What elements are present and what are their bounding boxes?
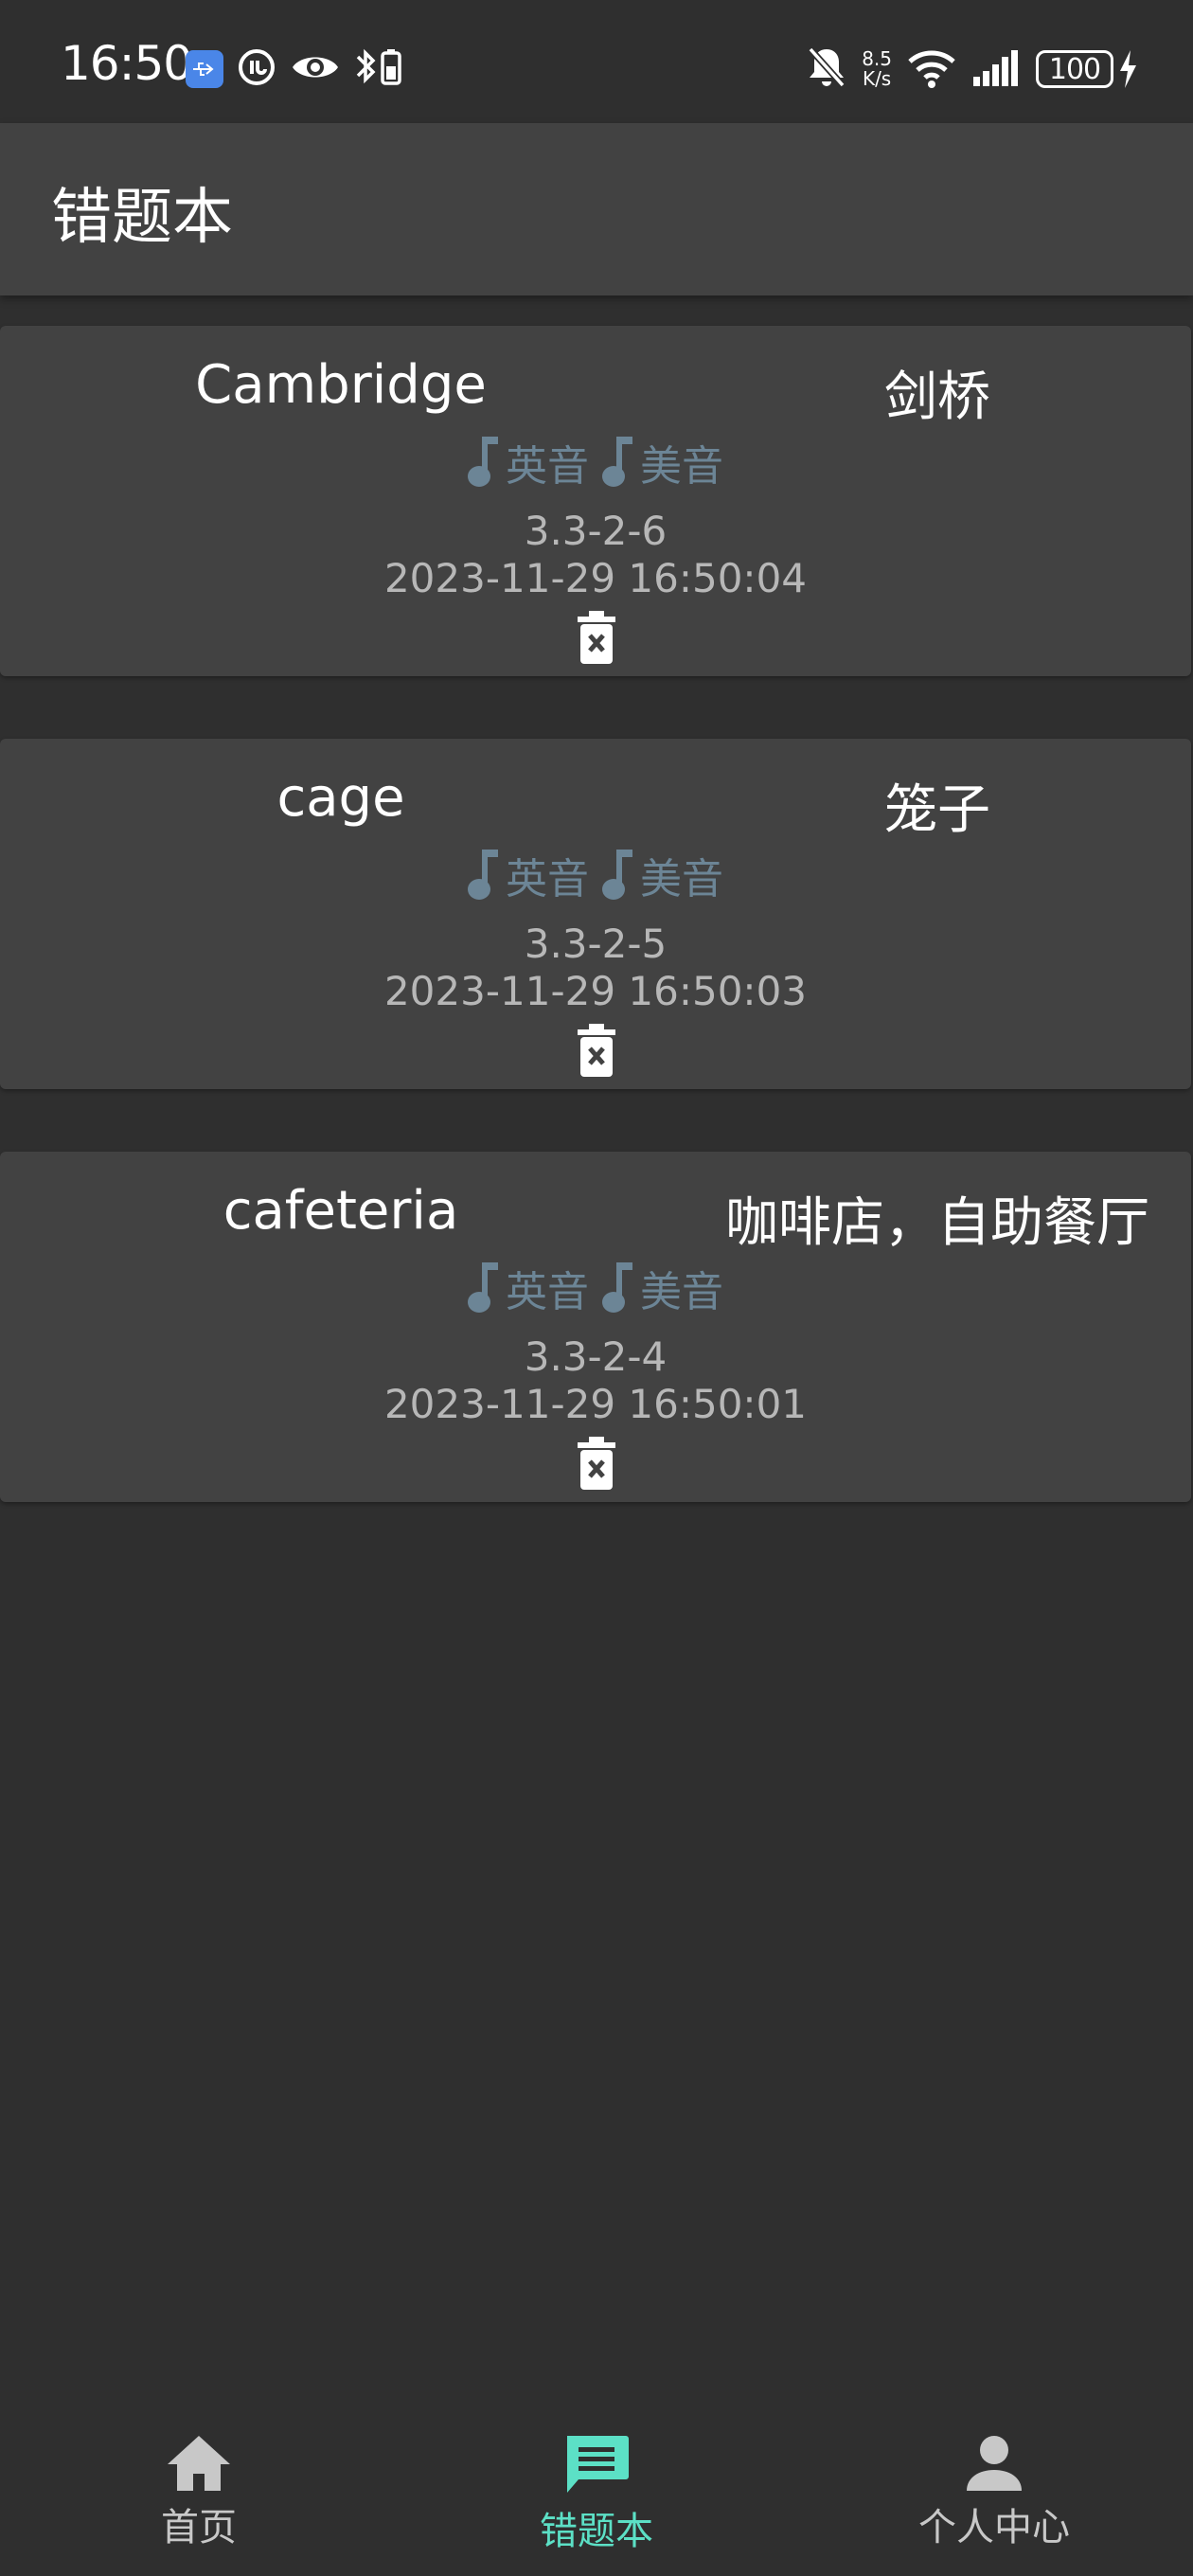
word-card: cage 笼子 英音 美音 3.3-2-5 2023-11-29 16:50:0…	[0, 739, 1191, 1089]
word-card: Cambridge 剑桥 英音 美音 3.3-2-6 2023-11-29 16…	[0, 326, 1191, 676]
us-audio-button[interactable]: 美音	[602, 432, 723, 492]
card-word: cage	[276, 767, 405, 829]
card-meaning: 笼子	[884, 779, 990, 841]
trash-icon	[578, 1024, 615, 1077]
nav-home-label: 首页	[161, 2506, 237, 2549]
signal-icon	[971, 48, 1021, 90]
status-time: 16:50	[61, 36, 193, 91]
us-audio-label: 美音	[640, 442, 723, 491]
delete-button[interactable]	[572, 1434, 621, 1493]
card-meaning: 咖啡店，自助餐厅	[725, 1192, 1149, 1254]
wifi-icon	[907, 46, 956, 92]
card-unit: 3.3-2-6	[524, 508, 668, 554]
us-audio-label: 美音	[640, 855, 723, 903]
battery-indicator: 100	[1036, 48, 1138, 90]
word-card: cafeteria 咖啡店，自助餐厅 英音 美音 3.3-2-4 2023-11…	[0, 1152, 1191, 1502]
music-note-icon	[602, 1262, 632, 1313]
usb-icon	[186, 50, 223, 88]
nav-profile-label: 个人中心	[918, 2506, 1070, 2549]
person-icon	[967, 2436, 1022, 2491]
uk-audio-label: 英音	[506, 1268, 589, 1316]
music-note-icon	[602, 850, 632, 900]
us-audio-button[interactable]: 美音	[602, 1258, 723, 1318]
app-bar: 错题本	[0, 123, 1193, 295]
bell-off-icon	[807, 45, 846, 93]
music-note-icon	[468, 437, 498, 487]
status-bar: 16:50 8.5 K/s 100	[0, 0, 1193, 123]
eye-icon	[290, 48, 341, 90]
charging-bolt-icon	[1120, 50, 1136, 88]
us-audio-label: 美音	[640, 1268, 723, 1316]
card-audio-row: 英音 美音	[0, 845, 1191, 905]
bottom-nav: 首页 错题本 个人中心	[0, 2406, 1193, 2576]
card-unit: 3.3-2-5	[524, 921, 668, 967]
page-title: 错题本	[51, 183, 233, 253]
card-unit: 3.3-2-4	[524, 1333, 668, 1380]
net-speed: 8.5 K/s	[862, 49, 892, 89]
card-audio-row: 英音 美音	[0, 1258, 1191, 1318]
nav-wrongbook[interactable]: 错题本	[454, 2434, 739, 2555]
net-speed-value: 8.5	[862, 47, 892, 70]
home-icon	[168, 2436, 230, 2491]
nav-profile[interactable]: 个人中心	[852, 2434, 1136, 2551]
net-speed-unit: K/s	[862, 67, 892, 90]
card-word: cafeteria	[223, 1180, 459, 1242]
trash-icon	[578, 1437, 615, 1490]
uk-audio-button[interactable]: 英音	[468, 1258, 589, 1318]
status-left-icons	[186, 45, 405, 93]
music-note-icon	[602, 437, 632, 487]
card-timestamp: 2023-11-29 16:50:01	[383, 1381, 808, 1427]
uk-audio-button[interactable]: 英音	[468, 845, 589, 905]
battery-level: 100	[1036, 50, 1113, 88]
delete-button[interactable]	[572, 1021, 621, 1080]
card-audio-row: 英音 美音	[0, 432, 1191, 492]
nav-wrongbook-label: 错题本	[540, 2510, 653, 2553]
message-icon	[567, 2436, 629, 2493]
card-timestamp: 2023-11-29 16:50:04	[383, 555, 808, 601]
status-right-icons: 8.5 K/s 100	[807, 44, 1138, 95]
uk-audio-button[interactable]: 英音	[468, 432, 589, 492]
uk-audio-label: 英音	[506, 855, 589, 903]
delete-button[interactable]	[572, 608, 621, 667]
trash-icon	[578, 611, 615, 664]
data-saver-icon	[237, 47, 276, 91]
us-audio-button[interactable]: 美音	[602, 845, 723, 905]
card-word: Cambridge	[195, 354, 487, 416]
card-timestamp: 2023-11-29 16:50:03	[383, 968, 808, 1014]
nav-home[interactable]: 首页	[57, 2434, 341, 2551]
uk-audio-label: 英音	[506, 442, 589, 491]
bluetooth-battery-icon	[354, 47, 405, 91]
music-note-icon	[468, 1262, 498, 1313]
music-note-icon	[468, 850, 498, 900]
card-meaning: 剑桥	[884, 367, 990, 428]
